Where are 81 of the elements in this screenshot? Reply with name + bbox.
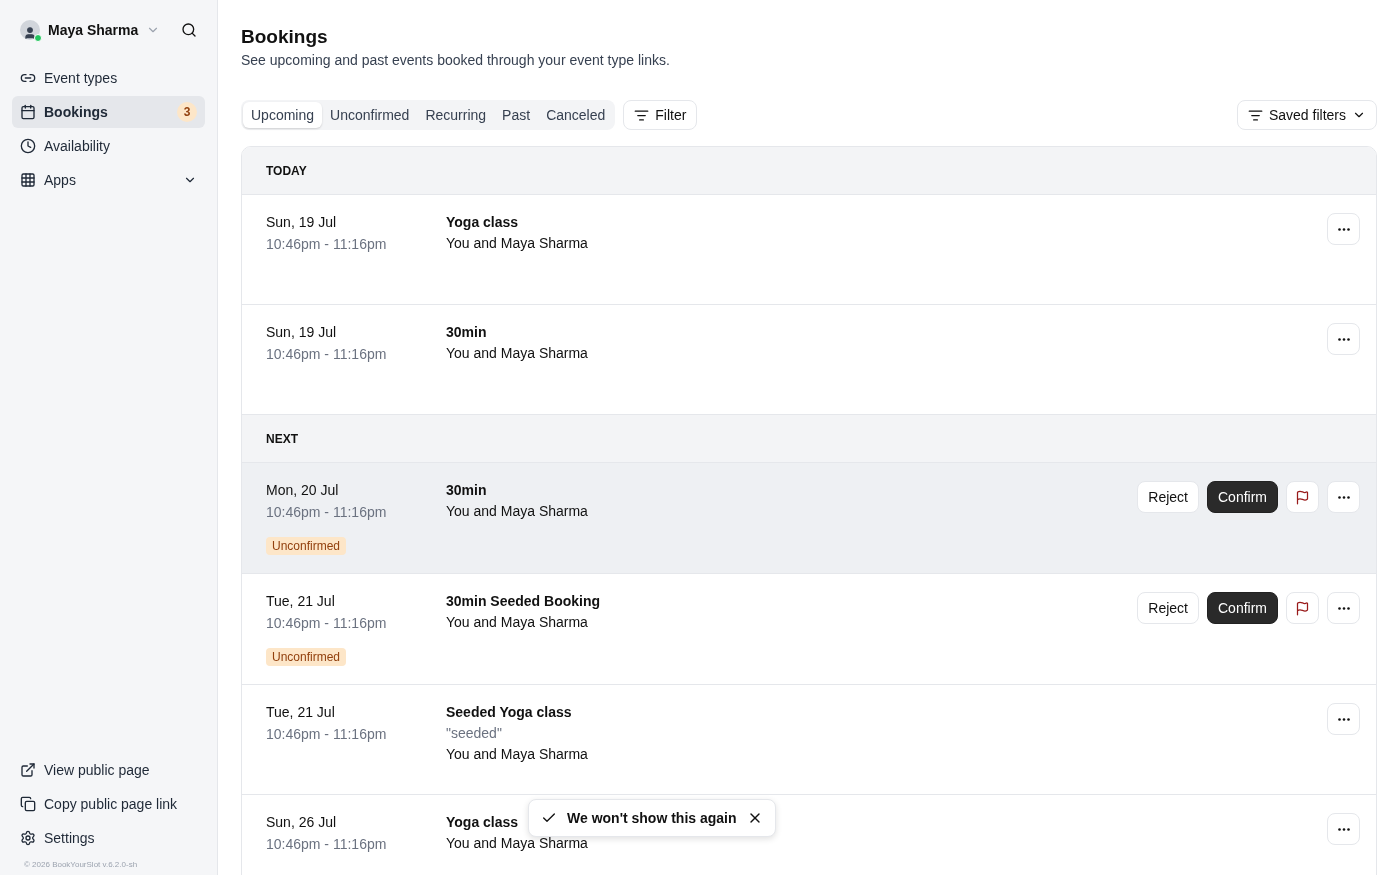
booking-time: 10:46pm - 11:16pm xyxy=(266,835,388,853)
booking-title: 30min Seeded Booking xyxy=(446,592,601,610)
booking-attendees: You and Maya Sharma xyxy=(446,344,588,362)
saved-filters-button[interactable]: Saved filters xyxy=(1236,100,1377,130)
flag-icon xyxy=(1295,489,1310,505)
nav-item[interactable]: Event types xyxy=(12,62,205,94)
more-button[interactable] xyxy=(1327,481,1360,513)
booking-time: 10:46pm - 11:16pm xyxy=(266,503,388,521)
booking-time: 10:46pm - 11:16pm xyxy=(266,725,388,743)
filter-icon xyxy=(1247,107,1263,123)
nav-item[interactable]: Apps xyxy=(12,164,205,196)
booking-attendees: You and Maya Sharma xyxy=(446,745,588,763)
booking-attendees: You and Maya Sharma xyxy=(446,234,588,252)
calendar-icon xyxy=(20,104,36,120)
more-button[interactable] xyxy=(1327,813,1360,845)
more-icon xyxy=(1337,717,1350,721)
booking-date: Tue, 21 Jul xyxy=(266,703,336,721)
tab[interactable]: Canceled xyxy=(538,102,614,128)
tab[interactable]: Unconfirmed xyxy=(322,102,418,128)
confirm-button[interactable]: Confirm xyxy=(1207,592,1278,624)
tab[interactable]: Upcoming xyxy=(243,102,323,128)
nav-item[interactable]: Availability xyxy=(12,130,205,162)
more-icon xyxy=(1337,337,1350,341)
nav-item[interactable]: View public page xyxy=(12,754,205,786)
grid-icon xyxy=(20,172,36,188)
user-name[interactable]: Maya Sharma xyxy=(48,22,139,38)
booking-date: Sun, 19 Jul xyxy=(266,323,338,341)
more-icon xyxy=(1337,606,1350,610)
tab[interactable]: Past xyxy=(494,102,539,128)
booking-title: 30min xyxy=(446,323,487,341)
confirm-button[interactable]: Confirm xyxy=(1207,481,1278,513)
page-subtitle: See upcoming and past events booked through your event type links. xyxy=(241,52,671,68)
copy-icon xyxy=(20,796,36,812)
report-button[interactable] xyxy=(1286,481,1319,513)
nav-item[interactable]: Settings xyxy=(12,822,205,854)
filter-button[interactable]: Filter xyxy=(623,100,698,130)
count-badge: 3 xyxy=(177,102,197,122)
toast-message: We won't show this again xyxy=(567,810,737,826)
clock-icon xyxy=(20,138,36,154)
booking-attendees: You and Maya Sharma xyxy=(446,613,588,631)
more-icon xyxy=(1337,227,1350,231)
booking-title: Seeded Yoga class xyxy=(446,703,572,721)
more-icon xyxy=(1337,495,1350,499)
reject-button[interactable]: Reject xyxy=(1137,592,1199,624)
more-button[interactable] xyxy=(1327,213,1360,245)
tab[interactable]: Recurring xyxy=(417,102,495,128)
reject-button[interactable]: Reject xyxy=(1137,481,1199,513)
booking-time: 10:46pm - 11:16pm xyxy=(266,614,388,632)
section-heading: NEXT xyxy=(242,415,1376,463)
more-icon xyxy=(1337,827,1350,831)
page-title: Bookings xyxy=(241,26,329,48)
avatar[interactable] xyxy=(20,20,40,40)
more-button[interactable] xyxy=(1327,323,1360,355)
filter-icon xyxy=(634,107,650,123)
booking-time: 10:46pm - 11:16pm xyxy=(266,345,388,363)
copyright-text: © 2026 BookYourSlot v.6.2.0-sh xyxy=(23,859,139,869)
person-icon xyxy=(23,26,37,40)
booking-date: Mon, 20 Jul xyxy=(266,481,340,499)
more-button[interactable] xyxy=(1327,592,1360,624)
booking-date: Sun, 26 Jul xyxy=(266,813,338,831)
booking-date: Sun, 19 Jul xyxy=(266,213,338,231)
booking-attendees: You and Maya Sharma xyxy=(446,502,588,520)
booking-attendees: You and Maya Sharma xyxy=(446,834,588,852)
booking-time: 10:46pm - 11:16pm xyxy=(266,235,388,253)
booking-note: "seeded" xyxy=(446,724,502,742)
more-button[interactable] xyxy=(1327,703,1360,735)
flag-icon xyxy=(1295,600,1310,616)
booking-title: Yoga class xyxy=(446,813,519,831)
search-icon[interactable] xyxy=(181,22,197,38)
settings-icon xyxy=(20,830,36,846)
booking-date: Tue, 21 Jul xyxy=(266,592,336,610)
nav-item[interactable]: Copy public page link xyxy=(12,788,205,820)
booking-title: Yoga class xyxy=(446,213,519,231)
section-heading: TODAY xyxy=(242,147,1376,195)
report-button[interactable] xyxy=(1286,592,1319,624)
booking-row[interactable]: Mon, 20 Jul 10:46pm - 11:16pm Unconfirmed 30min You and Maya Sharma Reject Confirm xyxy=(242,463,1376,574)
booking-title: 30min xyxy=(446,481,487,499)
status-tag: Unconfirmed xyxy=(266,537,347,555)
nav-item[interactable]: Bookings 3 xyxy=(12,96,205,128)
external-link-icon xyxy=(20,762,36,778)
status-tag: Unconfirmed xyxy=(266,648,347,666)
